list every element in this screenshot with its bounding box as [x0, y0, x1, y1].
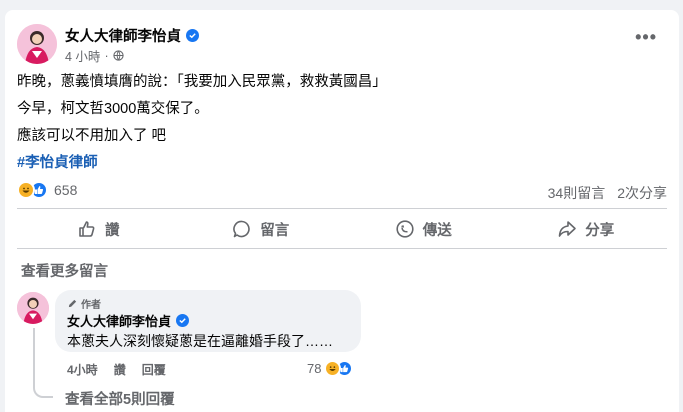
author-avatar[interactable] [17, 24, 57, 64]
verified-badge-icon [186, 29, 199, 42]
comment-label: 留言 [260, 222, 290, 239]
hashtag-link[interactable]: #李怡貞律師 [17, 153, 98, 173]
share-button[interactable]: 分享 [505, 210, 668, 248]
comment-author-avatar[interactable] [17, 292, 49, 324]
reaction-summary[interactable]: 658 [17, 181, 77, 199]
share-label: 分享 [585, 222, 615, 239]
post-text-line-1: 昨晚，蔥義憤填膺的說：「我要加入民眾黨，救救黃國昌」 [17, 74, 387, 90]
comment-icon [233, 220, 251, 238]
post-time[interactable]: 4 小時 [65, 46, 100, 65]
avatar-image [17, 292, 49, 324]
comment-author-name[interactable]: 女人大律師李怡貞 [67, 311, 171, 330]
haha-icon [17, 181, 35, 199]
post-text-line-3: 應該可以不用加入了 吧 [17, 128, 167, 144]
share-count[interactable]: 2次分享 [617, 183, 667, 203]
globe-icon [112, 50, 124, 61]
pencil-icon [68, 299, 77, 308]
divider-top [17, 208, 667, 209]
avatar-image [17, 24, 57, 64]
messenger-icon [396, 220, 414, 238]
comment-bubble: 作者 女人大律師李怡貞 本蔥夫人深刻懷疑蔥是在逼離婚手段了…… [55, 290, 361, 352]
comment-count[interactable]: 34則留言 [548, 183, 606, 203]
reaction-count: 658 [54, 182, 78, 198]
author-name[interactable]: 女人大律師李怡貞 [65, 25, 181, 46]
comment-author-row: 女人大律師李怡貞 [67, 311, 190, 330]
view-all-replies-link[interactable]: 查看全部5則回覆 [65, 388, 175, 409]
comment-reaction-count: 78 [307, 361, 322, 376]
author-tag-label: 作者 [81, 300, 101, 311]
post-text-line-2: 今早，柯文哲3000萬交保了。 [17, 101, 209, 117]
comment-reply-button[interactable]: 回覆 [142, 361, 166, 378]
send-button[interactable]: 傳送 [342, 210, 505, 248]
share-icon [558, 221, 577, 237]
like-button[interactable]: 讚 [17, 210, 180, 248]
action-bar: 讚 留言 傳送 分享 [17, 210, 667, 248]
comment-text: 本蔥夫人深刻懷疑蔥是在逼離婚手段了…… [67, 333, 333, 349]
comment-reactions[interactable]: 78 [307, 360, 354, 377]
like-icon [79, 221, 95, 237]
author-tag: 作者 [67, 296, 101, 311]
like-label: 讚 [105, 222, 120, 239]
send-label: 傳送 [422, 222, 452, 239]
divider-bottom [17, 248, 667, 249]
comment-meta: 4小時 讚 回覆 [67, 361, 166, 378]
comment-like-button[interactable]: 讚 [114, 361, 126, 378]
post-card: 女人大律師李怡貞 4 小時 · ••• 昨晚，蔥義憤填膺的說：「我要加入民眾黨，… [5, 10, 679, 412]
post-stats: 34則留言 2次分享 [548, 183, 667, 203]
view-more-comments-link[interactable]: 查看更多留言 [21, 260, 108, 281]
verified-badge-icon [176, 314, 190, 327]
comment-button[interactable]: 留言 [180, 210, 343, 248]
separator-dot: · [104, 48, 109, 63]
more-options-icon[interactable]: ••• [635, 28, 657, 46]
reply-thread-line [33, 328, 53, 398]
author-name-row: 女人大律師李怡貞 [65, 25, 199, 46]
comment-time[interactable]: 4小時 [67, 361, 98, 378]
post-meta: 4 小時 · [65, 46, 124, 65]
